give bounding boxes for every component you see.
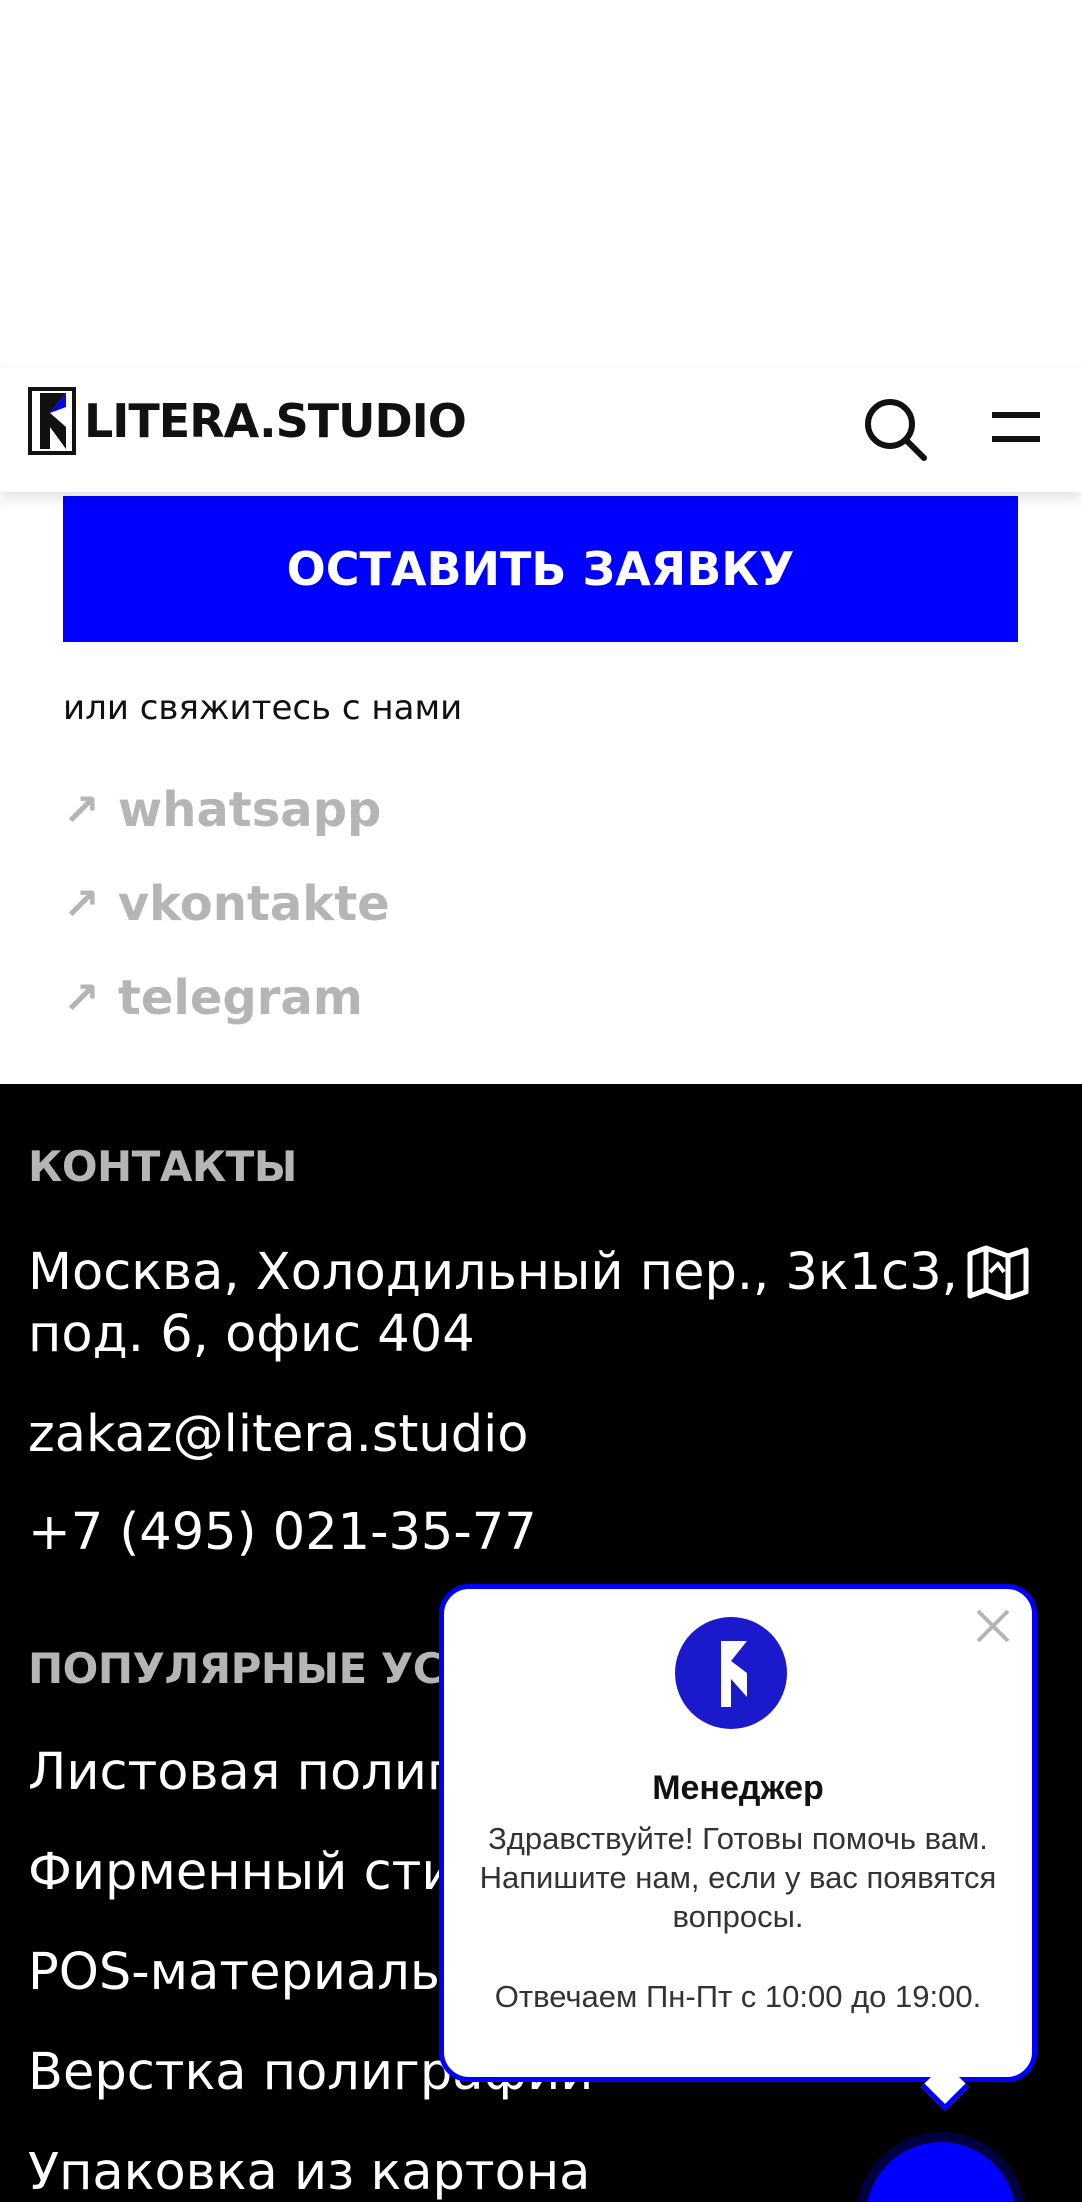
address-line-1: Москва, Холодильный пер., 3к1с3, — [28, 1243, 958, 1302]
social-link-vkontakte[interactable]: ↗ vkontakte — [63, 876, 390, 932]
manager-avatar — [675, 1617, 787, 1729]
arrow-icon: ↗ — [63, 972, 100, 1024]
chat-message: Здравствуйте! Готовы помочь вам. Напишит… — [479, 1821, 997, 1934]
logo-mark-icon — [28, 387, 76, 455]
address[interactable]: Москва, Холодильный пер., 3к1с3, под. 6,… — [28, 1242, 958, 1366]
email-link[interactable]: zakaz@litera.studio — [28, 1404, 528, 1466]
manager-name: Менеджер — [652, 1769, 824, 1807]
chat-popup: Менеджер Здравствуйте! Готовы помочь вам… — [439, 1584, 1037, 2082]
social-link-whatsapp[interactable]: ↗ whatsapp — [63, 782, 381, 838]
logo-text: LITERA.STUDIO — [84, 394, 467, 448]
logo[interactable]: LITERA.STUDIO — [28, 387, 467, 455]
search-icon[interactable] — [862, 396, 928, 462]
close-icon[interactable] — [972, 1605, 1014, 1647]
phone-link[interactable]: +7 (495) 021-35-77 — [28, 1502, 537, 1564]
contact-hint: или свяжитесь с нами — [63, 688, 463, 728]
social-label: vkontakte — [117, 876, 390, 932]
social-label: telegram — [117, 970, 363, 1026]
service-link[interactable]: POS-материалы — [28, 1942, 450, 2004]
chat-hours: Отвечаем Пн-Пт с 10:00 до 19:00. — [494, 1979, 982, 2014]
contacts-heading: КОНТАКТЫ — [28, 1142, 297, 1191]
map-icon[interactable] — [966, 1244, 1030, 1300]
hamburger-icon[interactable] — [988, 398, 1044, 458]
address-line-2: под. 6, офис 404 — [28, 1305, 475, 1364]
arrow-icon: ↗ — [63, 878, 100, 930]
service-link[interactable]: Упаковка из картона — [28, 2142, 590, 2202]
site-header: LITERA.STUDIO — [0, 368, 1082, 492]
arrow-icon: ↗ — [63, 784, 100, 836]
social-label: whatsapp — [117, 782, 382, 838]
social-link-telegram[interactable]: ↗ telegram — [63, 970, 363, 1026]
submit-request-button[interactable]: ОСТАВИТЬ ЗАЯВКУ — [63, 496, 1018, 642]
